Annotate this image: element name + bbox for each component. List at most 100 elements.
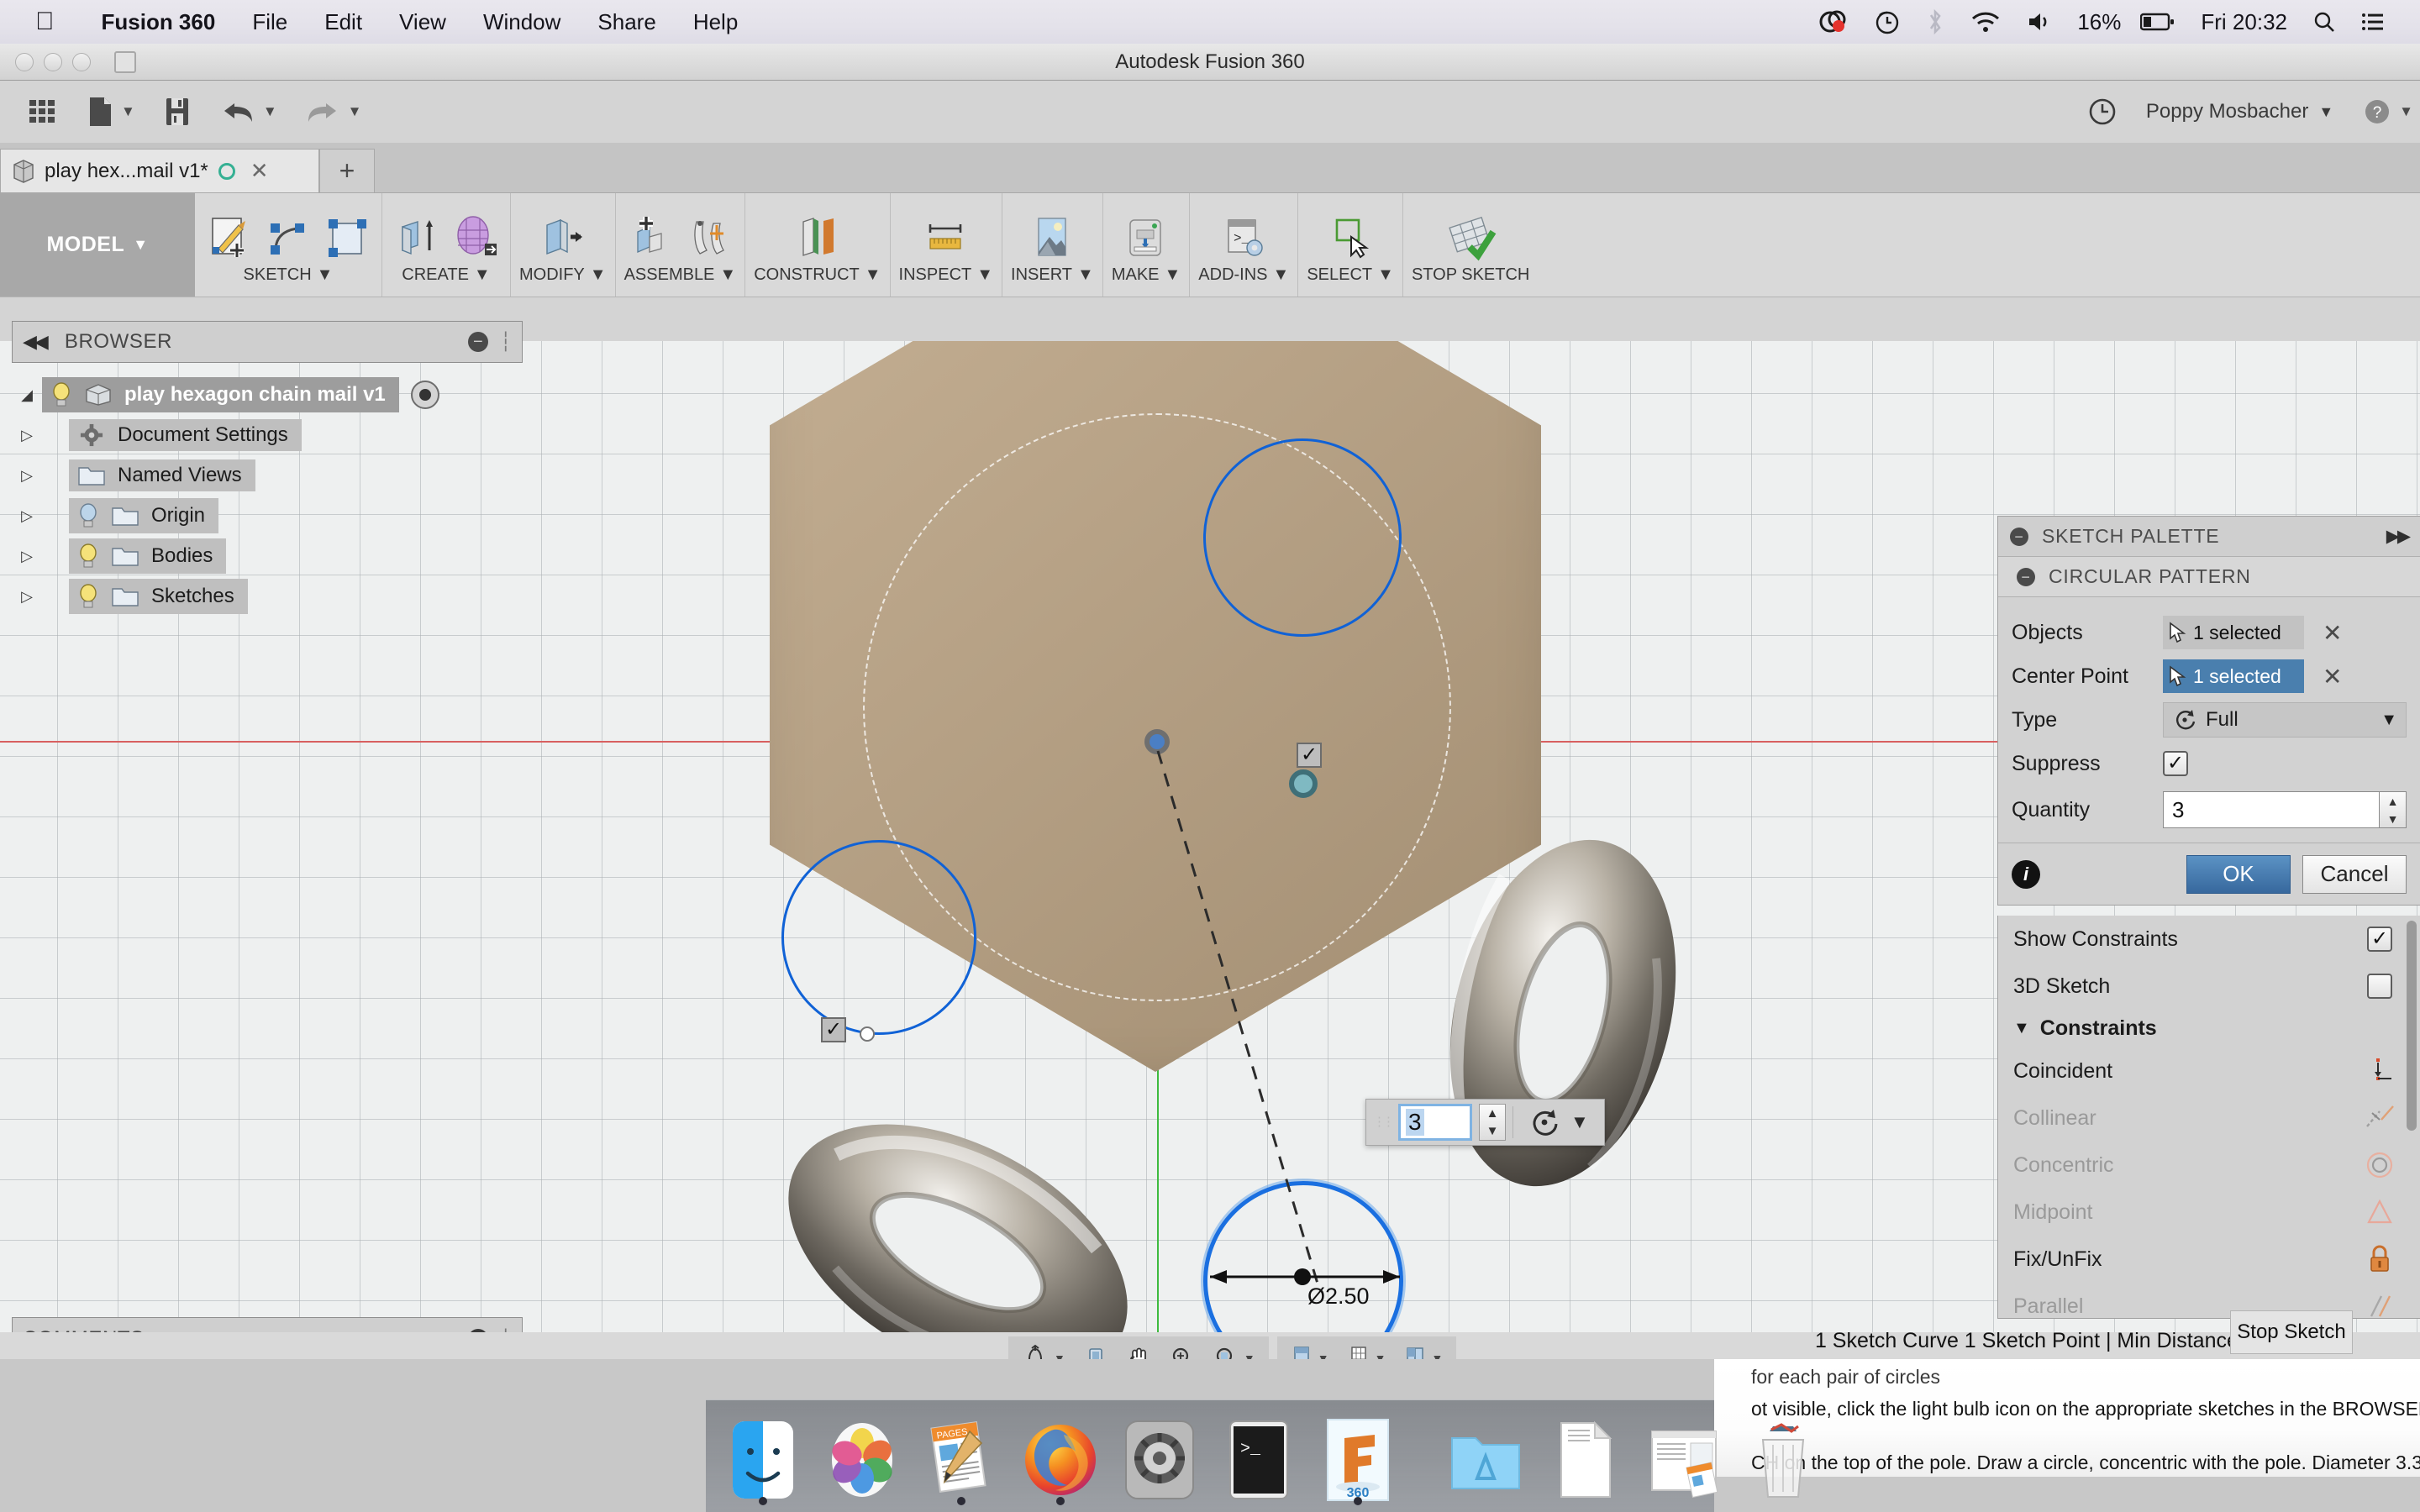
fusion-360-icon[interactable]: 360 [1314, 1410, 1402, 1505]
sketch-circle-left[interactable] [781, 840, 976, 1035]
chevron-down-icon[interactable]: ▼ [1570, 1111, 1589, 1133]
constraints-section-header[interactable]: ▼ Constraints [1998, 1010, 2420, 1047]
chevron-down-icon[interactable]: ▼ [348, 103, 362, 120]
constraint-coincident[interactable]: Coincident [1998, 1047, 2420, 1095]
ok-button[interactable]: OK [2186, 854, 2291, 894]
chevron-down-icon[interactable]: ▼ [1165, 265, 1181, 285]
expand-arrow-icon[interactable]: ◢ [12, 386, 42, 404]
close-tab-icon[interactable]: ✕ [245, 158, 274, 184]
apple-icon[interactable]:  [35, 9, 55, 34]
type-dropdown[interactable]: Full ▼ [2163, 702, 2407, 738]
pages-document-icon[interactable] [1640, 1410, 1728, 1504]
new-tab-button[interactable]: + [319, 149, 375, 192]
menu-view[interactable]: View [381, 9, 465, 35]
press-pull-icon[interactable] [537, 212, 589, 264]
light-bulb-icon[interactable] [50, 381, 72, 408]
new-document-icon[interactable]: ▼ [72, 81, 149, 143]
option-show-constraints[interactable]: Show Constraints ✓ [1998, 916, 2420, 963]
app-grid-icon[interactable] [12, 81, 72, 143]
palette-scrollbar[interactable] [2407, 921, 2417, 1131]
ribbon-group-label-inspect[interactable]: INSPECT ▼ [899, 265, 993, 285]
notification-center-icon[interactable] [2349, 12, 2402, 32]
new-component-icon[interactable] [624, 212, 676, 264]
chevron-down-icon[interactable]: ▼ [719, 265, 736, 285]
stop-sketch-icon[interactable] [1444, 212, 1497, 264]
measure-icon[interactable] [920, 212, 972, 264]
history-clock-icon[interactable] [2074, 81, 2131, 143]
chevron-down-icon[interactable]: ▼ [2318, 103, 2333, 121]
menu-file[interactable]: File [234, 9, 306, 35]
expand-arrow-icon[interactable]: ▷ [12, 588, 42, 606]
suppress-checkbox[interactable]: ✓ [2163, 751, 2188, 776]
quantity-input[interactable]: 3 [2163, 791, 2380, 828]
chevron-down-icon[interactable]: ▼ [590, 265, 607, 285]
drag-grip-icon[interactable]: ⋮⋮ [1373, 1116, 1395, 1127]
show-constraints-checkbox[interactable]: ✓ [2367, 927, 2392, 952]
insert-image-icon[interactable] [1026, 212, 1078, 264]
redo-icon[interactable]: ▼ [291, 81, 376, 143]
expand-right-icon[interactable]: ▶▶ [2386, 526, 2411, 547]
canvas-quantity-popup[interactable]: ⋮⋮ 3 ▲ ▼ ▼ [1365, 1099, 1605, 1146]
ribbon-group-label-create[interactable]: CREATE ▼ [402, 265, 490, 285]
terminal-icon[interactable]: >_ [1215, 1410, 1302, 1504]
ribbon-group-label-modify[interactable]: MODIFY ▼ [519, 265, 607, 285]
menu-window[interactable]: Window [465, 9, 579, 35]
account-menu[interactable]: Poppy Mosbacher ▼ [2131, 100, 2349, 123]
ribbon-group-label-addins[interactable]: ADD-INS ▼ [1198, 265, 1289, 285]
applications-folder-icon[interactable] [1442, 1410, 1529, 1504]
time-machine-icon[interactable] [1861, 8, 1913, 35]
browser-item-sketches[interactable]: ▷ Sketches [12, 576, 523, 617]
clear-objects-selection-icon[interactable]: ✕ [2323, 619, 2342, 647]
collapse-left-icon[interactable]: ◀◀ [23, 331, 49, 353]
diameter-dimension-text[interactable]: Ø2.50 [1307, 1284, 1370, 1310]
canvas-quantity-stepper[interactable]: ▲ ▼ [1479, 1104, 1506, 1141]
ribbon-group-label-stop-sketch[interactable]: STOP SKETCH [1412, 265, 1529, 285]
option-3d-sketch[interactable]: 3D Sketch [1998, 963, 2420, 1010]
chevron-down-icon[interactable]: ▼ [865, 265, 881, 285]
trash-icon[interactable] [1739, 1410, 1827, 1504]
sketch-circle-top-right[interactable] [1203, 438, 1402, 637]
chevron-down-icon[interactable]: ▼ [1377, 265, 1394, 285]
ribbon-group-label-insert[interactable]: INSERT ▼ [1011, 265, 1094, 285]
ribbon-group-label-select[interactable]: SELECT ▼ [1307, 265, 1394, 285]
stepper-up-icon[interactable]: ▲ [2380, 792, 2406, 810]
stepper-up-icon[interactable]: ▲ [1480, 1105, 1505, 1122]
torus-ring-bottom-left[interactable] [739, 1097, 1176, 1332]
circular-pattern-icon[interactable] [1528, 1106, 1560, 1138]
resize-grip-icon[interactable]: ┆ [500, 331, 512, 353]
center-point-selection-box[interactable]: 1 selected [2163, 659, 2304, 693]
menu-help[interactable]: Help [675, 9, 756, 35]
expand-arrow-icon[interactable]: ▷ [12, 427, 42, 444]
diameter-dimension-line[interactable] [1200, 1258, 1410, 1295]
help-icon[interactable]: ? ▼ [2349, 81, 2420, 143]
chevron-down-icon[interactable]: ▼ [133, 236, 148, 254]
minus-circle-icon[interactable]: − [2017, 567, 2035, 586]
3d-sketch-checkbox[interactable] [2367, 974, 2392, 999]
clear-center-point-selection-icon[interactable]: ✕ [2323, 663, 2342, 690]
activate-component-radio[interactable] [410, 381, 439, 409]
document-icon[interactable] [1541, 1410, 1628, 1504]
constraint-concentric[interactable]: Concentric [1998, 1142, 2420, 1189]
system-preferences-icon[interactable] [1116, 1410, 1203, 1504]
chevron-down-icon[interactable]: ▼ [474, 265, 491, 285]
constraint-checkbox-left[interactable]: ✓ [821, 1017, 846, 1042]
cancel-button[interactable]: Cancel [2302, 854, 2407, 894]
constraint-collinear[interactable]: Collinear [1998, 1095, 2420, 1142]
mac-clock[interactable]: Fri 20:32 [2188, 9, 2300, 35]
chevron-down-icon[interactable]: ▼ [2381, 711, 2397, 730]
browser-item-origin[interactable]: ▷ Origin [12, 496, 523, 536]
expand-arrow-icon[interactable]: ▷ [12, 548, 42, 565]
ribbon-group-label-sketch[interactable]: SKETCH ▼ [244, 265, 334, 285]
extrude-icon[interactable] [391, 212, 443, 264]
browser-item-document-settings[interactable]: ▷ Document Settings [12, 415, 523, 455]
minus-circle-icon[interactable]: − [468, 332, 489, 352]
stepper-down-icon[interactable]: ▼ [1480, 1122, 1505, 1140]
menu-edit[interactable]: Edit [306, 9, 381, 35]
ribbon-group-label-construct[interactable]: CONSTRUCT ▼ [754, 265, 881, 285]
photos-icon[interactable] [818, 1410, 906, 1504]
rectangle-icon[interactable] [321, 212, 373, 264]
light-bulb-icon[interactable] [77, 502, 99, 529]
ribbon-group-stop-sketch[interactable]: STOP SKETCH [1403, 193, 1538, 297]
browser-item-bodies[interactable]: ▷ Bodies [12, 536, 523, 576]
3d-print-icon[interactable] [1120, 212, 1172, 264]
